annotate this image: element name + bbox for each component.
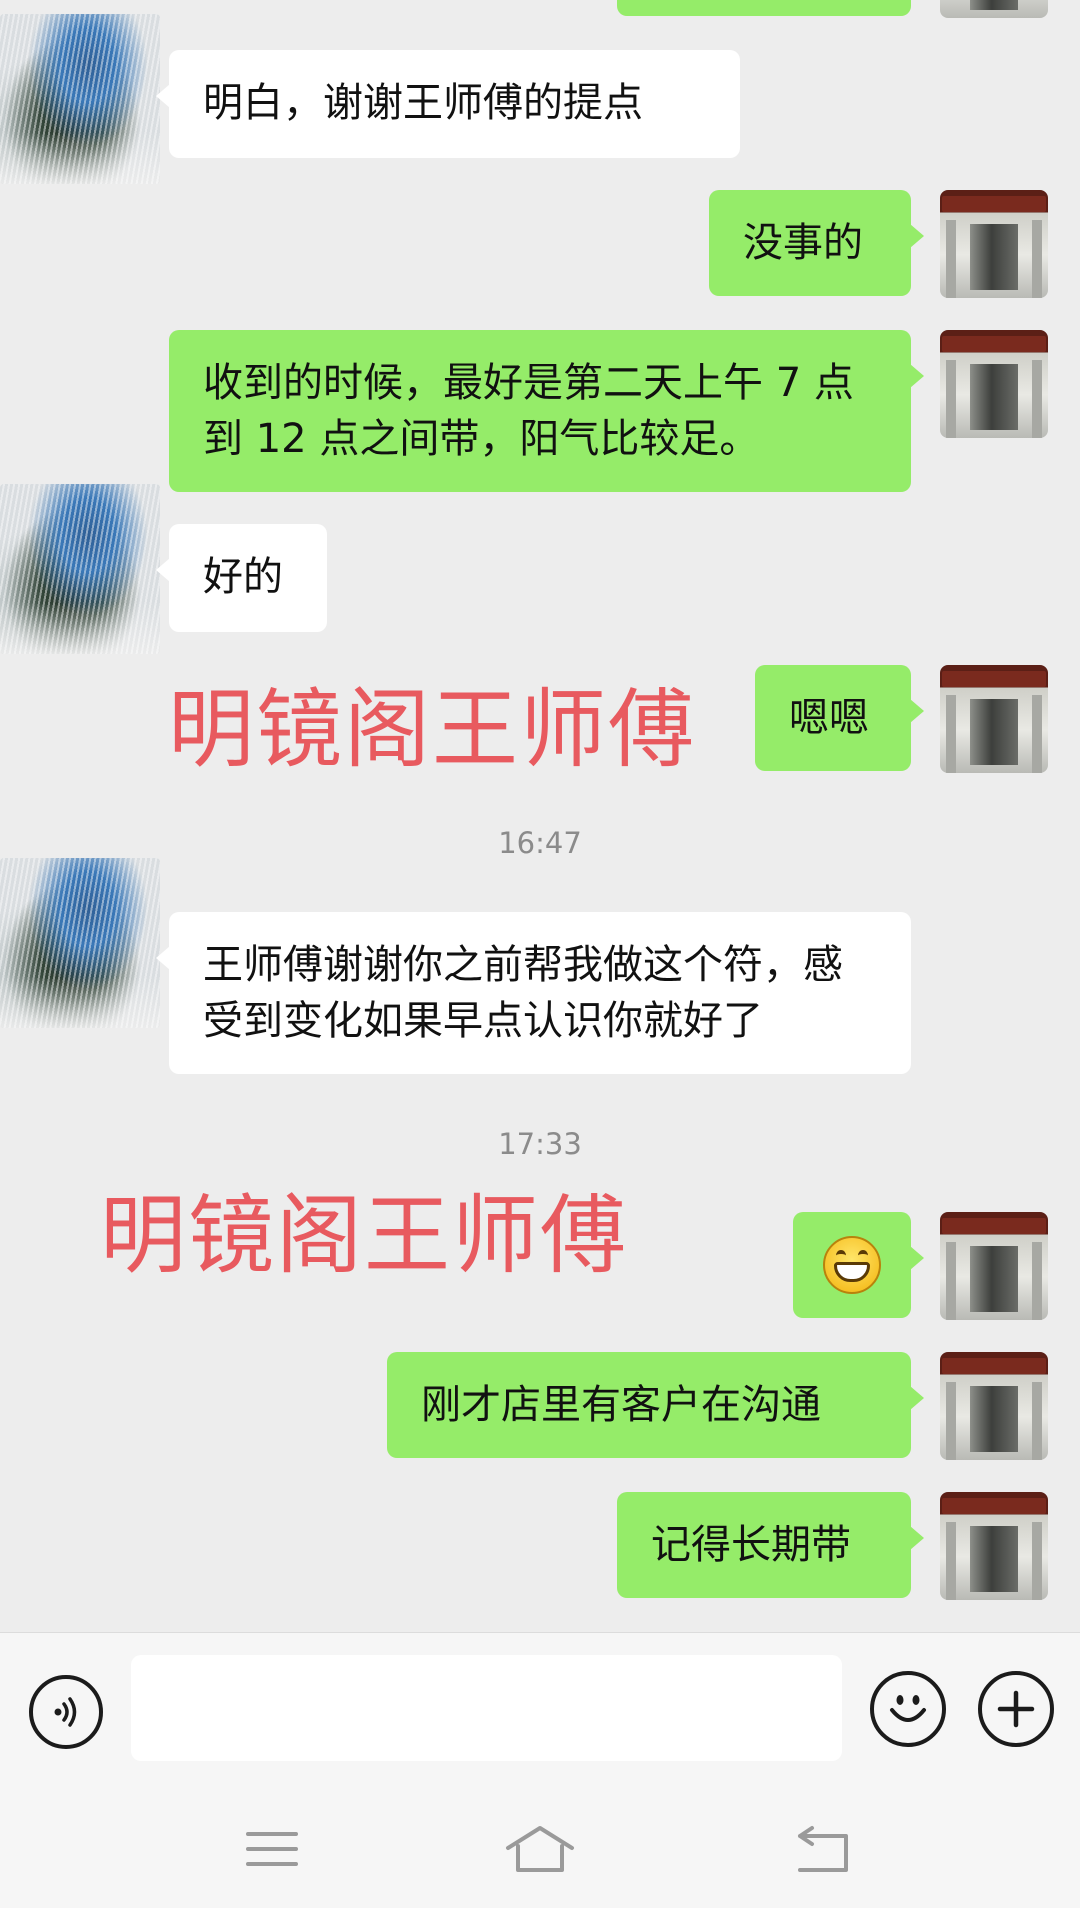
- self-avatar[interactable]: [940, 1492, 1048, 1600]
- message-bubble-contact[interactable]: 王师傅谢谢你之前帮我做这个符，感受到变化如果早点认识你就好了: [156, 912, 911, 1074]
- chat-area[interactable]: 明白，谢谢王师傅的提点 没事的 收到的时候，最好是第二天上午 7 点到 12 点…: [0, 0, 1080, 1632]
- voice-button[interactable]: [29, 1675, 103, 1749]
- message-bubble-self[interactable]: [617, 0, 911, 16]
- message-bubble-self[interactable]: 刚才店里有客户在沟通: [387, 1352, 924, 1458]
- emoji-button[interactable]: [870, 1671, 946, 1747]
- back-icon[interactable]: [792, 1822, 854, 1876]
- self-avatar[interactable]: [940, 665, 1048, 773]
- message-bubble-self[interactable]: 嗯嗯: [755, 665, 924, 771]
- contact-avatar[interactable]: [0, 14, 160, 184]
- menu-icon[interactable]: [244, 1824, 300, 1874]
- smiley-icon: [890, 1695, 926, 1722]
- watermark-text: 明镜阁王师傅: [168, 680, 696, 780]
- system-nav-bar: [0, 1796, 1080, 1908]
- message-bubble-self[interactable]: 收到的时候，最好是第二天上午 7 点到 12 点之间带，阳气比较足。: [169, 330, 924, 492]
- timestamp: 17:33: [498, 1127, 582, 1161]
- message-bubble-self[interactable]: 记得长期带: [617, 1492, 924, 1598]
- timestamp: 16:47: [498, 826, 582, 860]
- grinning-face-icon: [823, 1236, 881, 1294]
- home-icon[interactable]: [504, 1822, 576, 1876]
- contact-avatar[interactable]: [0, 484, 160, 654]
- watermark-text: 明镜阁王师傅: [100, 1186, 628, 1286]
- self-avatar[interactable]: [940, 330, 1048, 438]
- message-bubble-contact[interactable]: 明白，谢谢王师傅的提点: [156, 50, 740, 158]
- input-bar: [0, 1632, 1080, 1797]
- more-button[interactable]: [978, 1671, 1054, 1747]
- voice-icon: [54, 1697, 77, 1727]
- message-bubble-contact[interactable]: 好的: [156, 524, 327, 632]
- self-avatar[interactable]: [940, 0, 1048, 18]
- contact-avatar[interactable]: [0, 858, 160, 1028]
- message-bubble-self[interactable]: [793, 1212, 924, 1318]
- message-input[interactable]: [131, 1655, 842, 1761]
- self-avatar[interactable]: [940, 190, 1048, 298]
- self-avatar[interactable]: [940, 1212, 1048, 1320]
- self-avatar[interactable]: [940, 1352, 1048, 1460]
- message-bubble-self[interactable]: 没事的: [709, 190, 924, 296]
- plus-icon: [997, 1690, 1035, 1728]
